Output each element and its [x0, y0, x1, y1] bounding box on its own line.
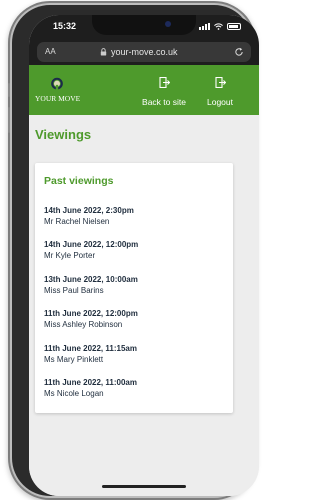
- viewing-item: 14th June 2022, 12:00pm Mr Kyle Porter: [44, 240, 138, 260]
- viewing-datetime: 13th June 2022, 10:00am: [44, 275, 138, 284]
- logout-icon: [214, 77, 226, 88]
- volume-up-button: [8, 83, 10, 97]
- battery-icon: [227, 23, 241, 30]
- reload-icon[interactable]: [234, 47, 244, 57]
- text-size-button[interactable]: AA: [45, 47, 56, 56]
- browser-bar: AA your-move.co.uk: [29, 39, 259, 65]
- viewing-name: Miss Ashley Robinson: [44, 320, 123, 329]
- logout-button[interactable]: Logout: [197, 77, 243, 110]
- lock-icon: [100, 48, 107, 56]
- viewing-name: Ms Nicole Logan: [44, 389, 104, 398]
- phone-screen: 15:32 AA your-move.co.uk YOUR MOVE Back …: [29, 15, 259, 496]
- viewing-item: 11th June 2022, 12:00pm Miss Ashley Robi…: [44, 309, 138, 329]
- camera-lens: [165, 21, 171, 27]
- volume-down-button: [8, 107, 10, 133]
- address-bar[interactable]: AA your-move.co.uk: [37, 42, 251, 62]
- viewing-datetime: 14th June 2022, 12:00pm: [44, 240, 139, 249]
- status-time: 15:32: [53, 21, 77, 31]
- viewing-name: Ms Mary Pinklett: [44, 355, 104, 364]
- viewing-datetime: 11th June 2022, 12:00pm: [44, 309, 138, 318]
- home-indicator[interactable]: [102, 485, 186, 488]
- viewing-item: 14th June 2022, 2:30pm Mr Rachel Nielsen: [44, 206, 134, 226]
- viewing-item: 11th June 2022, 11:15am Ms Mary Pinklett: [44, 344, 137, 364]
- exit-door-icon: [158, 77, 170, 88]
- logo-text: YOUR MOVE: [35, 94, 81, 103]
- viewing-item: 13th June 2022, 10:00am Miss Paul Barins: [44, 275, 138, 295]
- logo-mark-icon: [51, 77, 63, 90]
- your-move-logo[interactable]: YOUR MOVE: [35, 77, 81, 105]
- viewing-datetime: 11th June 2022, 11:15am: [44, 344, 137, 353]
- back-to-site-label: Back to site: [142, 97, 186, 107]
- viewing-name: Mr Kyle Porter: [44, 251, 96, 260]
- camera-notch: [92, 15, 196, 35]
- viewing-datetime: 14th June 2022, 2:30pm: [44, 206, 134, 215]
- logout-label: Logout: [207, 97, 233, 107]
- page-title: Viewings: [35, 127, 92, 142]
- card-title: Past viewings: [44, 175, 114, 187]
- past-viewings-card: Past viewings 14th June 2022, 2:30pm Mr …: [35, 163, 233, 413]
- main-content: Viewings Past viewings 14th June 2022, 2…: [29, 115, 259, 496]
- viewing-name: Miss Paul Barins: [44, 286, 104, 295]
- site-header: YOUR MOVE Back to site Logout: [29, 65, 259, 115]
- back-to-site-button[interactable]: Back to site: [139, 77, 189, 110]
- viewing-name: Mr Rachel Nielsen: [44, 217, 110, 226]
- wifi-icon: [214, 23, 223, 30]
- viewing-datetime: 11th June 2022, 11:00am: [44, 378, 137, 387]
- viewing-item: 11th June 2022, 11:00am Ms Nicole Logan: [44, 378, 137, 398]
- status-icons: [199, 22, 241, 31]
- signal-icon: [199, 23, 210, 30]
- url-text: your-move.co.uk: [111, 47, 178, 57]
